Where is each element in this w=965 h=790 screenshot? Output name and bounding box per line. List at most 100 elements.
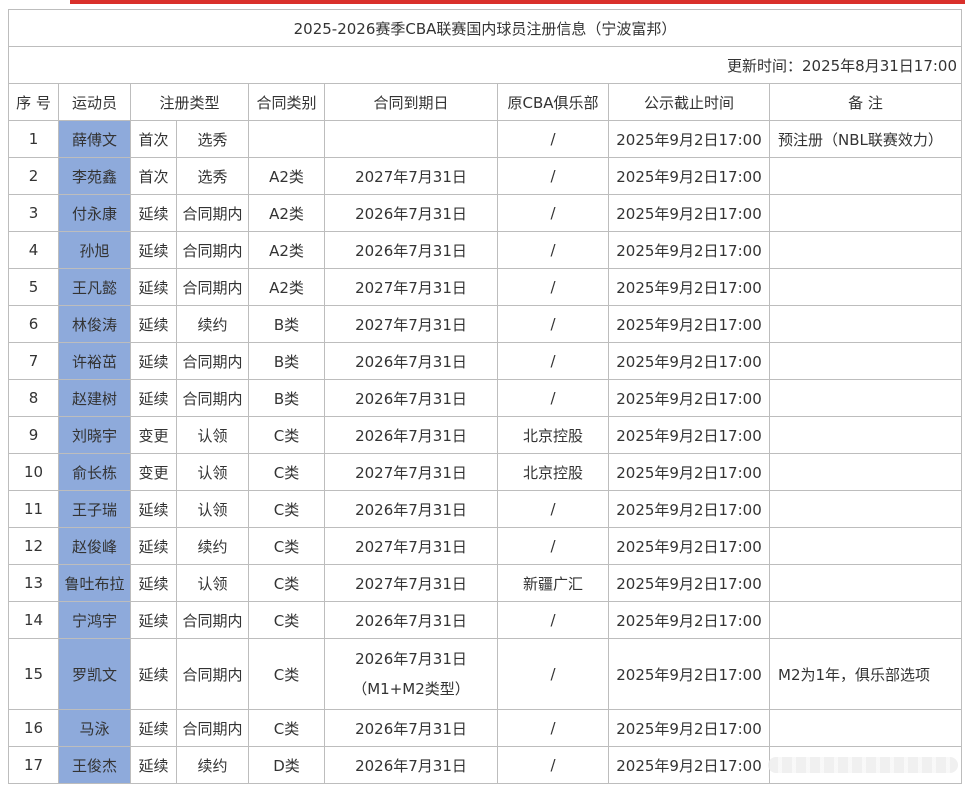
table-row: 7 许裕茁 延续 合同期内 B类 2026年7月31日/2025年9月2日17:00 — [8, 342, 963, 380]
registration-subtype-cell: 认领 — [176, 490, 249, 528]
header-contract-type: 合同类别 — [248, 83, 325, 121]
update-time: 更新时间：2025年8月31日17:00 — [7, 46, 963, 84]
remark-cell: 预注册（NBL联赛效力） — [768, 120, 963, 158]
contract-expiry-cell: 2026年7月31日 — [324, 231, 498, 269]
previous-club-cell: / — [497, 709, 609, 747]
contract-type-cell: C类 — [248, 416, 325, 454]
previous-club-cell: / — [497, 268, 609, 306]
table-title: 2025-2026赛季CBA联赛国内球员注册信息（宁波富邦） — [7, 9, 963, 47]
athlete-name-cell: 王子瑞 — [58, 490, 131, 528]
registration-kind-cell: 首次 — [130, 120, 177, 158]
athlete-name-cell: 赵俊峰 — [58, 527, 131, 565]
registration-kind-cell: 延续 — [130, 746, 177, 784]
athlete-name-cell: 王俊杰 — [58, 746, 131, 784]
contract-expiry-cell: 2026年7月31日 — [324, 379, 498, 417]
table-row: 13 鲁吐布拉 延续 认领 C类 2027年7月31日 新疆广汇 2025年9月2日17:00 — [8, 564, 963, 602]
table-row: 1 薛傅文 首次 选秀 /2025年9月2日17:00 预注册（NBL联赛效力） — [8, 120, 963, 158]
contract-expiry-cell: 2026年7月31日 （M1+M2类型） — [324, 638, 498, 710]
header-athlete: 运动员 — [58, 83, 131, 121]
contract-expiry-cell: 2027年7月31日 — [324, 157, 498, 195]
registration-subtype-cell: 合同期内 — [176, 601, 249, 639]
athlete-name-cell: 薛傅文 — [58, 120, 131, 158]
watermark — [768, 757, 958, 773]
deadline-cell: 2025年9月2日17:00 — [608, 709, 770, 747]
contract-type-cell: A2类 — [248, 157, 325, 195]
registration-subtype-cell: 合同期内 — [176, 342, 249, 380]
registration-kind-cell: 延续 — [130, 268, 177, 306]
registration-kind-cell: 变更 — [130, 416, 177, 454]
previous-club-cell: / — [497, 194, 609, 232]
previous-club-cell: 新疆广汇 — [497, 564, 609, 602]
athlete-name-cell: 许裕茁 — [58, 342, 131, 380]
previous-club-cell: / — [497, 231, 609, 269]
athlete-name-cell: 付永康 — [58, 194, 131, 232]
registration-kind-cell: 延续 — [130, 490, 177, 528]
contract-expiry-cell: 2026年7月31日 — [324, 601, 498, 639]
previous-club-cell: / — [497, 157, 609, 195]
remark-cell — [768, 157, 963, 195]
athlete-name-cell: 马泳 — [58, 709, 131, 747]
header-contract-expiry: 合同到期日 — [324, 83, 498, 121]
registration-kind-cell: 首次 — [130, 157, 177, 195]
row-number-cell: 8 — [8, 379, 59, 417]
registration-kind-cell: 延续 — [130, 305, 177, 343]
remark-cell — [768, 453, 963, 491]
table-row: 10 俞长栋 变更 认领 C类 2027年7月31日 北京控股 2025年9月2日17:00 — [8, 453, 963, 491]
table-row: 12 赵俊峰 延续 续约 C类 2027年7月31日/2025年9月2日17:00 — [8, 527, 963, 565]
registration-subtype-cell: 合同期内 — [176, 194, 249, 232]
contract-expiry-cell: 2026年7月31日 — [324, 490, 498, 528]
registration-subtype-cell: 合同期内 — [176, 709, 249, 747]
contract-type-cell: D类 — [248, 746, 325, 784]
contract-type-cell: C类 — [248, 601, 325, 639]
row-number-cell: 7 — [8, 342, 59, 380]
registration-subtype-cell: 续约 — [176, 746, 249, 784]
registration-table: 2025-2026赛季CBA联赛国内球员注册信息（宁波富邦） 更新时间：2025… — [7, 9, 963, 784]
remark-cell — [768, 379, 963, 417]
row-number-cell: 13 — [8, 564, 59, 602]
athlete-name-cell: 宁鸿宇 — [58, 601, 131, 639]
contract-expiry-cell: 2027年7月31日 — [324, 305, 498, 343]
contract-type-cell: B类 — [248, 305, 325, 343]
row-number-cell: 2 — [8, 157, 59, 195]
row-number-cell: 5 — [8, 268, 59, 306]
previous-club-cell: / — [497, 746, 609, 784]
previous-club-cell: / — [497, 342, 609, 380]
remark-cell — [768, 342, 963, 380]
registration-subtype-cell: 认领 — [176, 416, 249, 454]
remark-cell: M2为1年，俱乐部选项 — [768, 638, 963, 710]
previous-club-cell: / — [497, 305, 609, 343]
row-number-cell: 14 — [8, 601, 59, 639]
row-number-cell: 15 — [8, 638, 59, 710]
deadline-cell: 2025年9月2日17:00 — [608, 194, 770, 232]
athlete-name-cell: 刘晓宇 — [58, 416, 131, 454]
contract-type-cell: C类 — [248, 638, 325, 710]
contract-type-cell: A2类 — [248, 231, 325, 269]
row-number-cell: 9 — [8, 416, 59, 454]
deadline-cell: 2025年9月2日17:00 — [608, 638, 770, 710]
remark-cell — [768, 564, 963, 602]
remark-cell — [768, 709, 963, 747]
registration-kind-cell: 延续 — [130, 601, 177, 639]
contract-expiry-cell: 2026年7月31日 — [324, 746, 498, 784]
athlete-name-cell: 李苑鑫 — [58, 157, 131, 195]
registration-kind-cell: 延续 — [130, 231, 177, 269]
previous-club-cell: / — [497, 379, 609, 417]
previous-club-cell: 北京控股 — [497, 416, 609, 454]
header-no: 序 号 — [8, 83, 59, 121]
table-row: 6 林俊涛 延续 续约 B类 2027年7月31日/2025年9月2日17:00 — [8, 305, 963, 343]
contract-expiry-date: 2026年7月31日 — [355, 650, 467, 668]
deadline-cell: 2025年9月2日17:00 — [608, 268, 770, 306]
table-row: 8 赵建树 延续 合同期内 B类 2026年7月31日/2025年9月2日17:00 — [8, 379, 963, 417]
remark-cell — [768, 416, 963, 454]
remark-cell — [768, 305, 963, 343]
contract-type-cell: A2类 — [248, 268, 325, 306]
contract-expiry-cell: 2027年7月31日 — [324, 453, 498, 491]
remark-cell — [768, 490, 963, 528]
registration-kind-cell: 延续 — [130, 564, 177, 602]
registration-kind-cell: 变更 — [130, 453, 177, 491]
registration-subtype-cell: 选秀 — [176, 157, 249, 195]
registration-kind-cell: 延续 — [130, 527, 177, 565]
previous-club-cell: 北京控股 — [497, 453, 609, 491]
registration-kind-cell: 延续 — [130, 342, 177, 380]
table-row: 9 刘晓宇 变更 认领 C类 2026年7月31日 北京控股 2025年9月2日17:00 — [8, 416, 963, 454]
